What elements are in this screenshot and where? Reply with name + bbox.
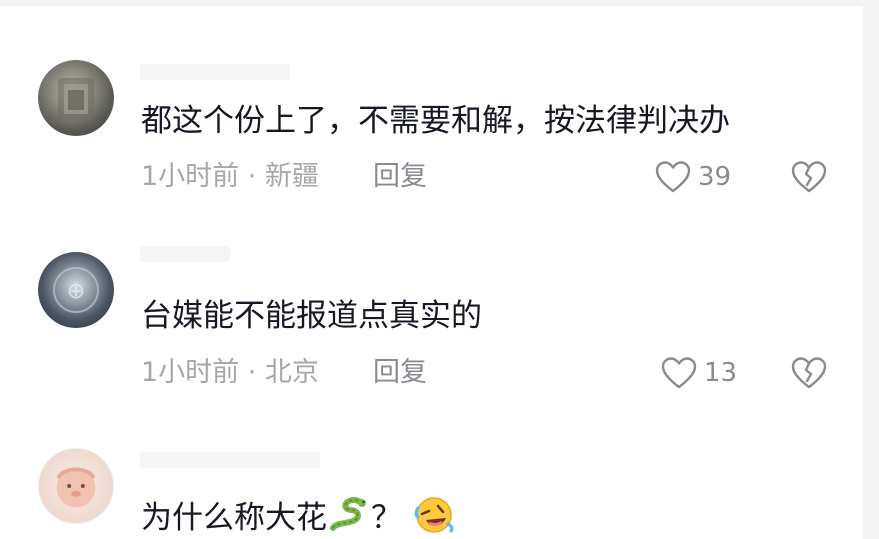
like-count: 39 <box>698 162 732 192</box>
broken-heart-icon <box>791 357 827 389</box>
username-redacted[interactable] <box>140 64 290 80</box>
comment-text: 都这个份上了，不需要和解，按法律判决办 <box>141 103 730 139</box>
avatar-image-icon <box>56 467 96 508</box>
avatar[interactable] <box>38 60 114 136</box>
like-count: 13 <box>704 358 738 388</box>
broken-heart-icon <box>791 161 827 193</box>
dislike-button[interactable] <box>791 160 827 194</box>
dislike-button[interactable] <box>791 356 827 390</box>
reply-button[interactable]: 回复 <box>373 356 427 390</box>
username-redacted[interactable] <box>140 246 230 262</box>
right-scroll-edge <box>863 0 879 539</box>
avatar[interactable] <box>38 448 114 524</box>
like-button[interactable]: 13 <box>660 356 737 390</box>
avatar-image-icon <box>58 78 94 120</box>
comment-meta: 1小时前 · 北京 <box>141 357 319 388</box>
comment-text-part: ？ <box>371 500 402 536</box>
comment-text: 为什么称大花 ？ <box>141 494 456 538</box>
like-button[interactable]: 39 <box>654 160 731 194</box>
username-redacted[interactable] <box>140 452 320 468</box>
reply-button[interactable]: 回复 <box>373 160 427 194</box>
top-edge <box>0 0 879 6</box>
snake-emoji <box>327 494 371 534</box>
avatar-image-icon: ⊕ <box>53 267 99 313</box>
comment-text-part: 为什么称大花 <box>141 500 327 536</box>
comment-meta: 1小时前 · 新疆 <box>141 161 319 192</box>
heart-outline-icon <box>655 161 691 193</box>
rolling-laughing-emoji <box>412 494 456 534</box>
comment-text: 台媒能不能报道点真实的 <box>141 298 482 334</box>
avatar[interactable]: ⊕ <box>38 252 114 328</box>
svg-text:⊕: ⊕ <box>67 279 85 304</box>
heart-outline-icon <box>661 357 697 389</box>
